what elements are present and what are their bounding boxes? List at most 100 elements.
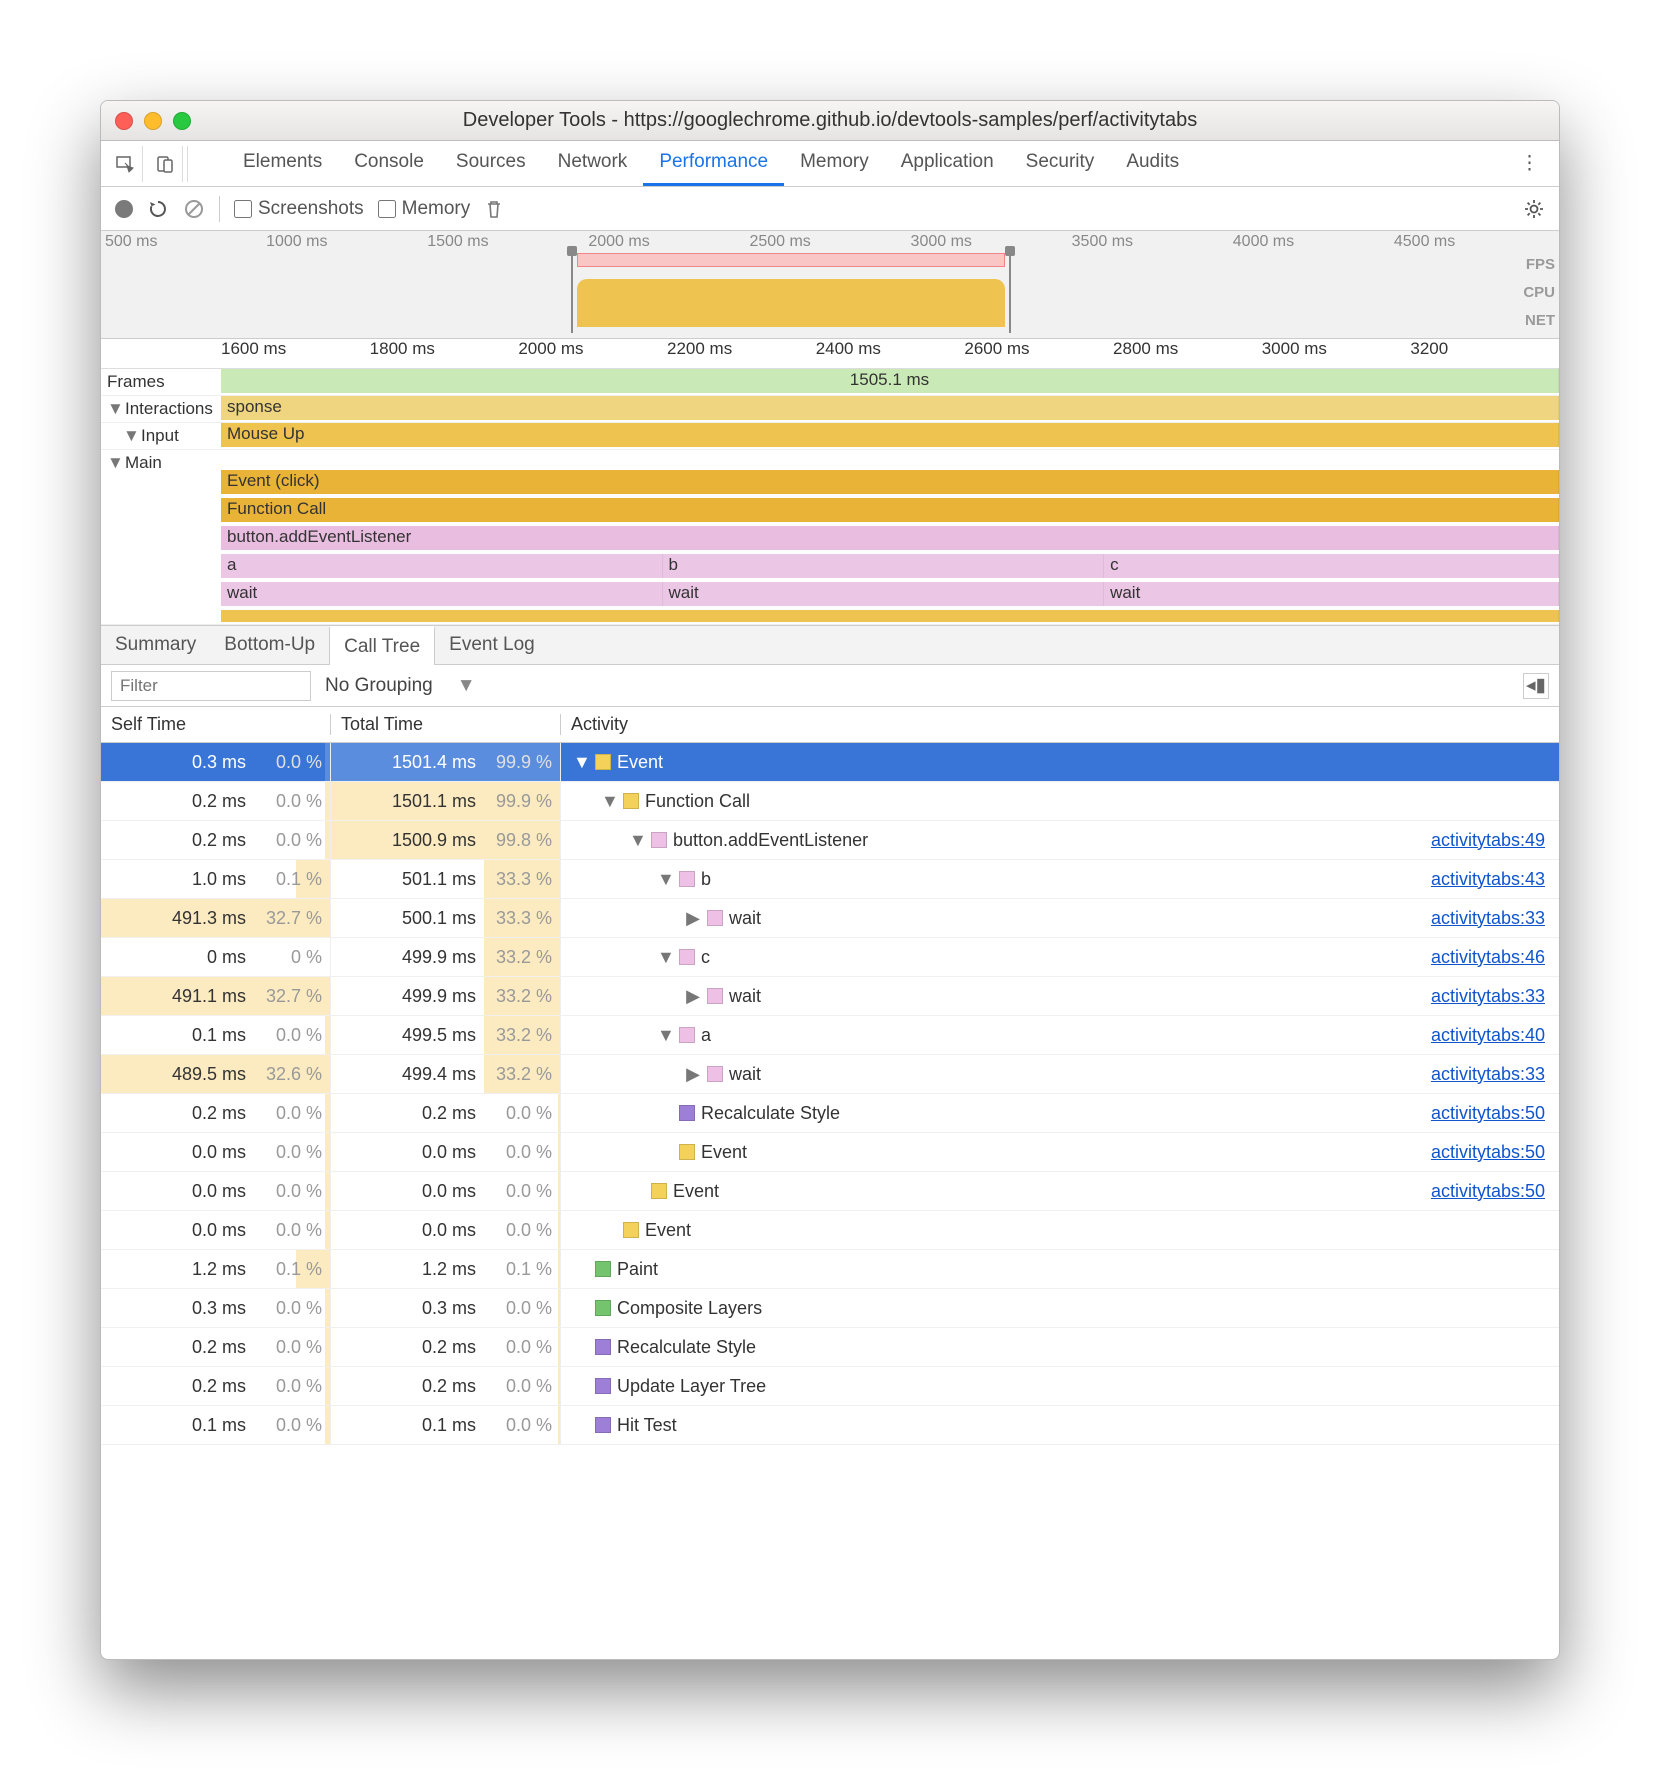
settings-icon[interactable] — [1523, 198, 1545, 220]
source-link[interactable]: activitytabs:50 — [1431, 1181, 1545, 1202]
activity-color-icon — [679, 1105, 695, 1121]
tab-elements[interactable]: Elements — [227, 141, 338, 186]
activity-name: c — [701, 947, 710, 968]
filter-input[interactable] — [111, 671, 311, 701]
zoom-window-icon[interactable] — [173, 112, 191, 130]
flame-bar[interactable]: b — [663, 554, 1105, 578]
source-link[interactable]: activitytabs:40 — [1431, 1025, 1545, 1046]
header-total-time[interactable]: Total Time — [331, 714, 561, 735]
tab-memory[interactable]: Memory — [784, 141, 885, 186]
inspect-icon[interactable] — [107, 146, 143, 182]
disclosure-icon[interactable]: ▶ — [685, 986, 701, 1007]
grouping-select[interactable]: No Grouping — [325, 675, 433, 697]
subtab-bottom-up[interactable]: Bottom-Up — [210, 626, 329, 664]
source-link[interactable]: activitytabs:33 — [1431, 986, 1545, 1007]
table-row[interactable]: 1.0 ms0.1 %501.1 ms33.3 %▼bactivitytabs:… — [101, 860, 1559, 899]
activity-name: Event — [645, 1220, 691, 1241]
track-label-input[interactable]: ▼Input — [101, 423, 221, 449]
source-link[interactable]: activitytabs:33 — [1431, 908, 1545, 929]
flame-bar[interactable]: c — [1104, 554, 1559, 578]
disclosure-icon[interactable]: ▼ — [601, 791, 617, 812]
subtab-summary[interactable]: Summary — [101, 626, 210, 664]
minimize-window-icon[interactable] — [144, 112, 162, 130]
source-link[interactable]: activitytabs:43 — [1431, 869, 1545, 890]
track-label-frames: Frames — [101, 369, 221, 395]
table-row[interactable]: 0 ms0 %499.9 ms33.2 %▼cactivitytabs:46 — [101, 938, 1559, 977]
table-row[interactable]: 0.0 ms0.0 %0.0 ms0.0 %Eventactivitytabs:… — [101, 1172, 1559, 1211]
tab-network[interactable]: Network — [542, 141, 644, 186]
track-label-interactions[interactable]: ▼Interactions — [101, 396, 221, 422]
activity-name: Event — [701, 1142, 747, 1163]
clear-icon[interactable] — [183, 198, 205, 220]
table-row[interactable]: 0.2 ms0.0 %0.2 ms0.0 %Recalculate Stylea… — [101, 1094, 1559, 1133]
table-row[interactable]: 0.2 ms0.0 %1501.1 ms99.9 %▼Function Call — [101, 782, 1559, 821]
frame-bar[interactable]: 1505.1 ms — [221, 369, 1559, 393]
timeline-overview[interactable]: 500 ms1000 ms1500 ms2000 ms2500 ms3000 m… — [101, 231, 1559, 339]
disclosure-icon[interactable]: ▶ — [685, 1064, 701, 1085]
tab-console[interactable]: Console — [338, 141, 440, 186]
table-row[interactable]: 491.1 ms32.7 %499.9 ms33.2 %▶waitactivit… — [101, 977, 1559, 1016]
table-row[interactable]: 0.0 ms0.0 %0.0 ms0.0 %Event — [101, 1211, 1559, 1250]
source-link[interactable]: activitytabs:50 — [1431, 1142, 1545, 1163]
activity-color-icon — [595, 1300, 611, 1316]
devtools-window: Developer Tools - https://googlechrome.g… — [100, 100, 1560, 1660]
record-button[interactable] — [115, 200, 133, 218]
flame-bar[interactable]: Event (click) — [221, 470, 1559, 494]
screenshots-checkbox[interactable]: Screenshots — [234, 198, 364, 220]
input-bar[interactable]: Mouse Up — [221, 423, 1559, 447]
tab-security[interactable]: Security — [1010, 141, 1111, 186]
tab-sources[interactable]: Sources — [440, 141, 542, 186]
table-row[interactable]: 489.5 ms32.6 %499.4 ms33.2 %▶waitactivit… — [101, 1055, 1559, 1094]
disclosure-icon[interactable]: ▼ — [657, 869, 673, 890]
table-row[interactable]: 0.1 ms0.0 %499.5 ms33.2 %▼aactivitytabs:… — [101, 1016, 1559, 1055]
tab-performance[interactable]: Performance — [643, 141, 784, 186]
table-row[interactable]: 0.2 ms0.0 %1500.9 ms99.8 %▼button.addEve… — [101, 821, 1559, 860]
show-heaviest-icon[interactable]: ◂▮ — [1523, 673, 1549, 699]
table-row[interactable]: 0.1 ms0.0 %0.1 ms0.0 %Hit Test — [101, 1406, 1559, 1445]
source-link[interactable]: activitytabs:49 — [1431, 830, 1545, 851]
table-row[interactable]: 0.3 ms0.0 %1501.4 ms99.9 %▼Event — [101, 743, 1559, 782]
more-icon[interactable]: ⋮ — [1506, 152, 1553, 175]
titlebar: Developer Tools - https://googlechrome.g… — [101, 101, 1559, 141]
device-toggle-icon[interactable] — [147, 146, 183, 182]
interaction-bar[interactable]: sponse — [221, 396, 1559, 420]
activity-name: wait — [729, 986, 761, 1007]
source-link[interactable]: activitytabs:50 — [1431, 1103, 1545, 1124]
disclosure-icon[interactable]: ▶ — [685, 908, 701, 929]
flame-bar[interactable]: wait — [663, 582, 1105, 606]
header-activity[interactable]: Activity — [561, 714, 1559, 735]
subtab-call-tree[interactable]: Call Tree — [329, 626, 435, 665]
table-row[interactable]: 1.2 ms0.1 %1.2 ms0.1 %Paint — [101, 1250, 1559, 1289]
subtab-event-log[interactable]: Event Log — [435, 626, 549, 664]
disclosure-icon[interactable]: ▼ — [657, 1025, 673, 1046]
table-row[interactable]: 0.2 ms0.0 %0.2 ms0.0 %Update Layer Tree — [101, 1367, 1559, 1406]
activity-name: Update Layer Tree — [617, 1376, 766, 1397]
disclosure-icon[interactable]: ▼ — [657, 947, 673, 968]
source-link[interactable]: activitytabs:33 — [1431, 1064, 1545, 1085]
table-row[interactable]: 0.0 ms0.0 %0.0 ms0.0 %Eventactivitytabs:… — [101, 1133, 1559, 1172]
track-label-main[interactable]: ▼Main — [101, 450, 221, 476]
table-row[interactable]: 0.2 ms0.0 %0.2 ms0.0 %Recalculate Style — [101, 1328, 1559, 1367]
tab-application[interactable]: Application — [885, 141, 1010, 186]
activity-color-icon — [679, 871, 695, 887]
chevron-down-icon[interactable]: ▼ — [457, 675, 476, 697]
reload-icon[interactable] — [147, 198, 169, 220]
flame-bar[interactable]: a — [221, 554, 663, 578]
disclosure-icon[interactable]: ▼ — [573, 752, 589, 773]
disclosure-icon[interactable]: ▼ — [629, 830, 645, 851]
flame-bar[interactable]: wait — [1104, 582, 1559, 606]
table-row[interactable]: 0.3 ms0.0 %0.3 ms0.0 %Composite Layers — [101, 1289, 1559, 1328]
flame-bar[interactable]: button.addEventListener — [221, 526, 1559, 550]
table-row[interactable]: 491.3 ms32.7 %500.1 ms33.3 %▶waitactivit… — [101, 899, 1559, 938]
tab-audits[interactable]: Audits — [1110, 141, 1195, 186]
trash-icon[interactable] — [484, 199, 504, 219]
header-self-time[interactable]: Self Time — [101, 714, 331, 735]
activity-color-icon — [623, 1222, 639, 1238]
source-link[interactable]: activitytabs:46 — [1431, 947, 1545, 968]
flame-bar[interactable]: wait — [221, 582, 663, 606]
close-window-icon[interactable] — [115, 112, 133, 130]
flame-bar[interactable]: Function Call — [221, 498, 1559, 522]
overview-selection-handle[interactable] — [571, 249, 1011, 333]
activity-name: Function Call — [645, 791, 750, 812]
memory-checkbox[interactable]: Memory — [378, 198, 471, 220]
